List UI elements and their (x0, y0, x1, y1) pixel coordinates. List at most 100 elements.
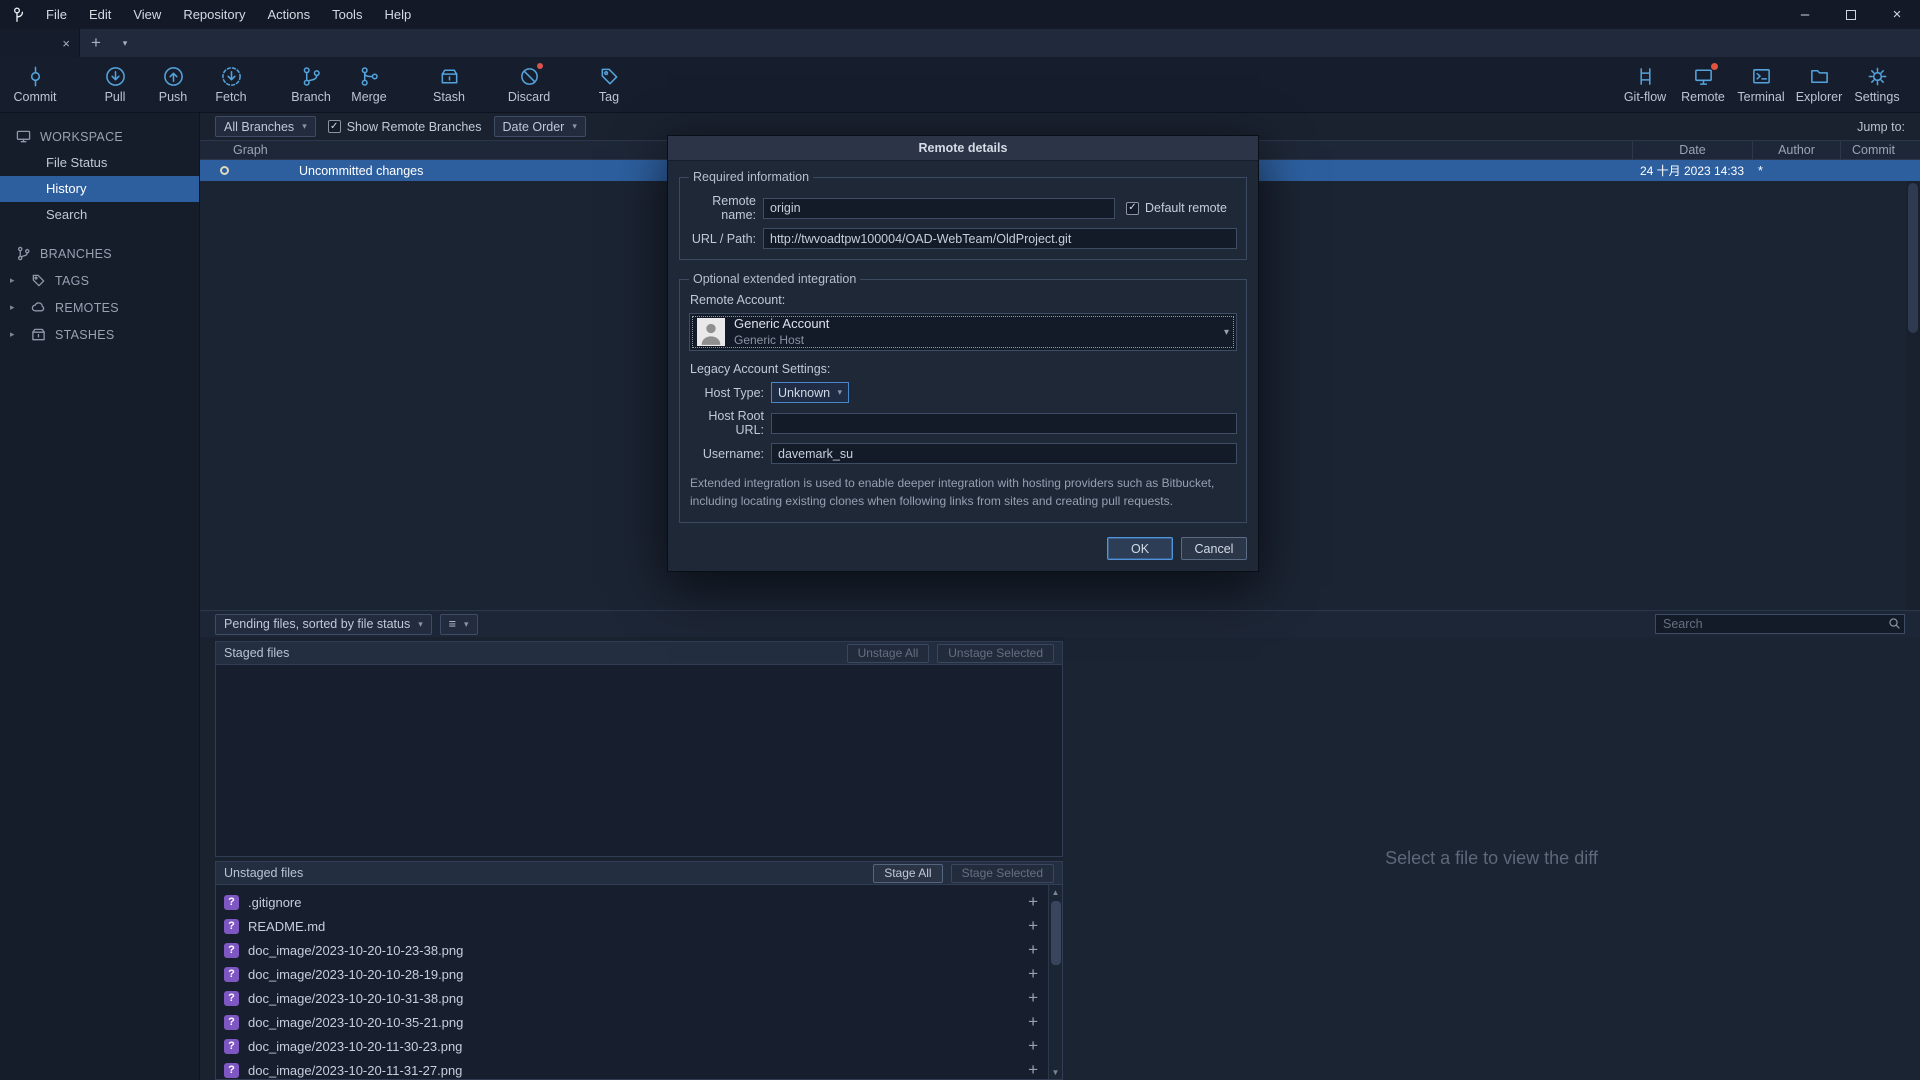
stage-file-button[interactable]: + (1028, 1060, 1040, 1079)
branch-button[interactable]: Branch (282, 59, 340, 111)
menu-item[interactable]: Help (373, 7, 422, 22)
sidebar-item-history[interactable]: History (0, 176, 199, 202)
tab-close-icon[interactable]: × (62, 36, 70, 51)
file-row[interactable]: ? doc_image/2023-10-20-10-35-21.png + (216, 1010, 1048, 1034)
default-remote-checkbox[interactable]: ✓ Default remote (1126, 201, 1227, 215)
stage-all-button[interactable]: Stage All (873, 864, 942, 883)
stage-file-button[interactable]: + (1028, 892, 1040, 912)
pending-filter-dropdown[interactable]: Pending files, sorted by file status ▾ (215, 614, 432, 635)
file-row[interactable]: ? doc_image/2023-10-20-10-23-38.png + (216, 938, 1048, 962)
file-row[interactable]: ? .gitignore + (216, 890, 1048, 914)
untracked-status-icon: ? (224, 943, 239, 958)
chevron-right-icon: ▸ (10, 302, 22, 313)
merge-button[interactable]: Merge (340, 59, 398, 111)
new-tab-button[interactable]: + (80, 29, 112, 57)
fetch-button[interactable]: Fetch (202, 59, 260, 111)
row-author: * (1752, 164, 1840, 178)
remote-button[interactable]: Remote (1674, 59, 1732, 111)
menu-item[interactable]: View (122, 7, 172, 22)
app-logo-icon (8, 6, 26, 24)
scroll-up-icon[interactable]: ▲ (1052, 885, 1060, 899)
sidebar-section-branches[interactable]: BRANCHES (0, 240, 199, 267)
settings-gear-icon (1867, 66, 1888, 87)
sidebar-section-remotes[interactable]: ▸ REMOTES (0, 294, 199, 321)
date-order-dropdown[interactable]: Date Order ▾ (494, 116, 586, 137)
unstaged-files-title: Unstaged files (224, 866, 303, 880)
stage-file-button[interactable]: + (1028, 964, 1040, 984)
stage-file-button[interactable]: + (1028, 916, 1040, 936)
untracked-status-icon: ? (224, 991, 239, 1006)
stash-button[interactable]: Stash (420, 59, 478, 111)
file-name: README.md (248, 919, 1019, 934)
menu-item[interactable]: Repository (172, 7, 256, 22)
view-options-dropdown[interactable]: ≡ ▾ (440, 614, 478, 635)
row-message: Uncommitted changes (299, 164, 423, 178)
explorer-button[interactable]: Explorer (1790, 59, 1848, 111)
file-row[interactable]: ? doc_image/2023-10-20-10-31-38.png + (216, 986, 1048, 1010)
menu-item[interactable]: Actions (256, 7, 321, 22)
menu-item[interactable]: Tools (321, 7, 373, 22)
file-row[interactable]: ? README.md + (216, 914, 1048, 938)
unstage-all-button[interactable]: Unstage All (847, 644, 930, 663)
menu-bar: FileEditViewRepositoryActionsToolsHelp (35, 0, 422, 29)
close-button[interactable]: × (1874, 0, 1920, 29)
commit-button[interactable]: Commit (6, 59, 64, 111)
tag-button[interactable]: Tag (580, 59, 638, 111)
account-avatar (697, 318, 725, 346)
file-name: doc_image/2023-10-20-10-28-19.png (248, 967, 1019, 982)
sidebar-section-tags[interactable]: ▸ TAGS (0, 267, 199, 294)
discard-icon (519, 66, 540, 87)
sidebar-section-workspace[interactable]: WORKSPACE (0, 123, 199, 150)
scroll-down-icon[interactable]: ▼ (1052, 1065, 1060, 1079)
scroll-thumb[interactable] (1908, 183, 1918, 333)
search-input[interactable] (1655, 614, 1905, 634)
stage-file-button[interactable]: + (1028, 1012, 1040, 1032)
commit-icon (25, 66, 46, 87)
minimize-button[interactable]: – (1782, 0, 1828, 29)
host-type-select[interactable]: Unknown ▾ (771, 382, 849, 403)
username-input[interactable] (771, 443, 1237, 464)
tag-icon (599, 66, 620, 87)
discard-button[interactable]: Discard (500, 59, 558, 111)
titlebar: FileEditViewRepositoryActionsToolsHelp –… (0, 0, 1920, 29)
push-button[interactable]: Push (144, 59, 202, 111)
remote-account-select[interactable]: Generic Account Generic Host ▾ (689, 313, 1237, 351)
untracked-status-icon: ? (224, 1015, 239, 1030)
stage-selected-button[interactable]: Stage Selected (951, 864, 1054, 883)
file-row[interactable]: ? doc_image/2023-10-20-11-31-27.png + (216, 1058, 1048, 1079)
column-header-author[interactable]: Author (1752, 141, 1840, 159)
repo-tab[interactable]: × (0, 29, 80, 57)
file-row[interactable]: ? doc_image/2023-10-20-11-30-23.png + (216, 1034, 1048, 1058)
menu-item[interactable]: File (35, 7, 78, 22)
column-header-date[interactable]: Date (1632, 141, 1752, 159)
gitflow-button[interactable]: Git-flow (1616, 59, 1674, 111)
host-root-url-input[interactable] (771, 413, 1237, 434)
tab-list-button[interactable]: ▾ (112, 29, 138, 57)
file-row[interactable]: ? doc_image/2023-10-20-10-28-19.png + (216, 962, 1048, 986)
stage-file-button[interactable]: + (1028, 988, 1040, 1008)
branches-filter-dropdown[interactable]: All Branches ▾ (215, 116, 316, 137)
settings-button[interactable]: Settings (1848, 59, 1906, 111)
stage-file-button[interactable]: + (1028, 940, 1040, 960)
scroll-thumb[interactable] (1051, 901, 1061, 965)
files-scrollbar[interactable]: ▲ ▼ (1048, 885, 1062, 1079)
chevron-down-icon: ▾ (302, 121, 307, 132)
url-path-input[interactable] (763, 228, 1237, 249)
pull-button[interactable]: Pull (86, 59, 144, 111)
show-remote-branches-checkbox[interactable]: ✓ Show Remote Branches (328, 120, 482, 134)
sidebar-item-search[interactable]: Search (0, 202, 199, 228)
sidebar-section-stashes[interactable]: ▸ STASHES (0, 321, 199, 348)
maximize-button[interactable] (1828, 0, 1874, 29)
remote-name-input[interactable] (763, 198, 1115, 219)
unstage-selected-button[interactable]: Unstage Selected (937, 644, 1054, 663)
history-scrollbar[interactable] (1906, 181, 1920, 610)
username-label: Username: (689, 447, 771, 461)
cancel-button[interactable]: Cancel (1181, 537, 1247, 560)
terminal-button[interactable]: Terminal (1732, 59, 1790, 111)
sidebar-item-file-status[interactable]: File Status (0, 150, 199, 176)
stage-file-button[interactable]: + (1028, 1036, 1040, 1056)
column-header-commit[interactable]: Commit (1840, 141, 1906, 159)
menu-item[interactable]: Edit (78, 7, 122, 22)
ok-button[interactable]: OK (1107, 537, 1173, 560)
chevron-right-icon: ▸ (10, 329, 22, 340)
